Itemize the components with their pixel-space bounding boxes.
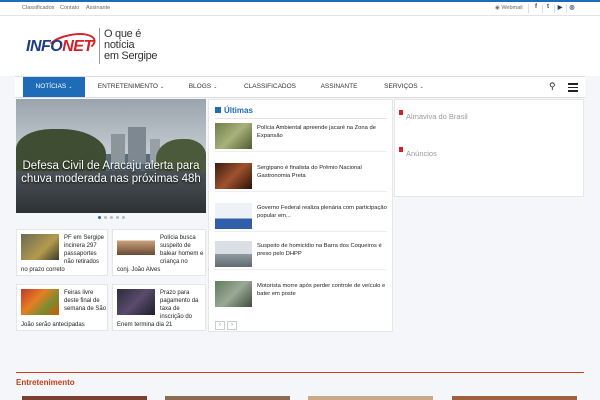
square-bullet-icon (215, 107, 221, 113)
slider-dot[interactable] (116, 216, 119, 219)
news-title[interactable]: PF em Sergipe incinera 297 passaportes n… (64, 234, 107, 266)
news-thumbnail (117, 289, 155, 315)
news-title[interactable]: Polícia busca suspeito de balear homem e… (160, 234, 205, 266)
news-title[interactable]: Prazo para pagamento da taxa de inscriçã… (160, 289, 205, 321)
chevron-down-icon: ⌄ (419, 84, 424, 90)
sidebar-widget: Almaviva do Brasil Anúncios (394, 99, 584, 197)
latest-pager: ‹ › (215, 313, 239, 331)
section-thumbnail[interactable] (308, 396, 433, 400)
latest-item-title[interactable]: Polícia Ambiental apreende jacaré na Zon… (257, 124, 387, 140)
latest-news-widget: Últimas Polícia Ambiental apreende jacar… (208, 99, 393, 332)
divider (215, 118, 387, 119)
divider (528, 4, 529, 13)
section-divider (16, 372, 584, 373)
news-title-cont[interactable]: Enem termina dia 21 (117, 321, 205, 329)
nav-item-entretenimento[interactable]: ENTRETENIMENTO ⌄ (95, 77, 167, 97)
latest-item-title[interactable]: Motorista morre após perder controle de … (257, 282, 387, 298)
main-nav: NOTÍCIAS ⌄ ENTRETENIMENTO ⌄ BLOGS ⌄ CLASSIF… (15, 76, 585, 98)
facebook-icon[interactable]: f (532, 4, 540, 10)
latest-item[interactable]: Polícia Ambiental apreende jacaré na Zon… (215, 122, 387, 152)
webmail-link[interactable]: ◉ Webmail (495, 5, 523, 11)
site-tagline: O que é notícia em Sergipe (104, 29, 158, 62)
news-card[interactable]: Prazo para pagamento da taxa de inscriçã… (112, 284, 206, 331)
news-thumbnail (117, 234, 155, 260)
red-bullet-icon (399, 147, 403, 152)
nav-item-servicos[interactable]: SERVIÇOS ⌄ (379, 77, 429, 97)
sidebar-link-almaviva[interactable]: Almaviva do Brasil (399, 110, 468, 121)
section-title-entretenimento[interactable]: Entretenimento (16, 378, 75, 387)
chevron-down-icon: ⌄ (213, 84, 218, 90)
top-bar: Classificados Contato Assinante ◉ Webmai… (0, 0, 600, 16)
search-icon[interactable]: ⚲ (549, 81, 556, 92)
news-thumbnail (215, 123, 252, 149)
sidebar-link-anuncios[interactable]: Anúncios (399, 147, 437, 158)
nav-item-noticias[interactable]: NOTÍCIAS ⌄ (23, 77, 85, 97)
latest-item[interactable]: Motorista morre após perder controle de … (215, 280, 387, 310)
site-header: INFONET (0, 16, 600, 76)
slider-dot[interactable] (104, 216, 107, 219)
tagline-divider (99, 28, 100, 64)
latest-item[interactable]: Sergipano é finalista do Prêmio Nacional… (215, 162, 387, 192)
news-card[interactable]: Feiras livre deste final de semana de Sã… (16, 284, 108, 331)
divider (542, 4, 543, 13)
chevron-down-icon: ⌄ (160, 84, 165, 90)
news-thumbnail (21, 234, 59, 260)
nav-item-classificados[interactable]: CLASSIFICADOS (239, 77, 301, 97)
slide-caption[interactable]: Defesa Civil de Aracaju alerta para chuv… (16, 160, 206, 186)
slider-dot[interactable] (98, 216, 101, 219)
news-thumbnail (215, 163, 252, 189)
latest-item[interactable]: Suspeito de homicídio na Barra dos Coque… (215, 240, 387, 270)
top-link-assinante[interactable]: Assinante (86, 5, 110, 11)
nav-item-blogs[interactable]: BLOGS ⌄ (183, 77, 223, 97)
tagline-line-3: em Sergipe (104, 50, 158, 62)
red-bullet-icon (399, 110, 403, 115)
section-thumbnail[interactable] (22, 396, 147, 400)
hamburger-menu-icon[interactable] (568, 83, 578, 94)
latest-item-title[interactable]: Governo Federal realiza plenária com par… (257, 204, 387, 220)
news-card[interactable]: Polícia busca suspeito de balear homem e… (112, 229, 206, 276)
featured-slider[interactable]: Defesa Civil de Aracaju alerta para chuv… (16, 99, 206, 213)
news-title-cont[interactable]: João serão antecipadas (21, 321, 107, 329)
slider-dots (98, 216, 128, 220)
news-thumbnail (21, 289, 59, 315)
news-thumbnail (215, 281, 252, 307)
site-logo[interactable]: INFONET (26, 29, 98, 61)
logo-wordmark: INFONET (26, 38, 93, 55)
section-thumbnail[interactable] (452, 396, 577, 400)
nav-item-assinante[interactable]: ASSINANTE (315, 77, 363, 97)
next-button[interactable]: › (227, 321, 237, 330)
user-icon: ◉ (495, 5, 500, 11)
top-link-classificados[interactable]: Classificados (22, 5, 54, 11)
latest-item[interactable]: Governo Federal realiza plenária com par… (215, 202, 387, 232)
webmail-label: Webmail (501, 5, 523, 11)
latest-title: Últimas (215, 106, 253, 115)
youtube-icon[interactable]: ▶ (556, 4, 564, 11)
prev-button[interactable]: ‹ (215, 321, 225, 330)
news-card[interactable]: PF em Sergipe incinera 297 passaportes n… (16, 229, 108, 276)
news-title-cont[interactable]: no prazo correto (21, 266, 107, 274)
divider (554, 4, 555, 13)
instagram-icon[interactable]: ◎ (568, 4, 576, 11)
news-thumbnail (215, 203, 252, 229)
slider-dot[interactable] (110, 216, 113, 219)
news-title[interactable]: Feiras livre deste final de semana de Sã… (64, 289, 107, 313)
slider-dot[interactable] (122, 216, 125, 219)
news-thumbnail (215, 241, 252, 267)
chevron-down-icon: ⌄ (68, 84, 73, 90)
section-thumbnail[interactable] (165, 396, 290, 400)
divider (566, 4, 567, 13)
latest-item-title[interactable]: Sergipano é finalista do Prêmio Nacional… (257, 164, 387, 180)
twitter-icon[interactable]: t (544, 4, 552, 10)
news-title-cont[interactable]: conj. João Alves (117, 266, 205, 274)
top-link-contato[interactable]: Contato (60, 5, 79, 11)
latest-item-title[interactable]: Suspeito de homicídio na Barra dos Coque… (257, 242, 387, 258)
